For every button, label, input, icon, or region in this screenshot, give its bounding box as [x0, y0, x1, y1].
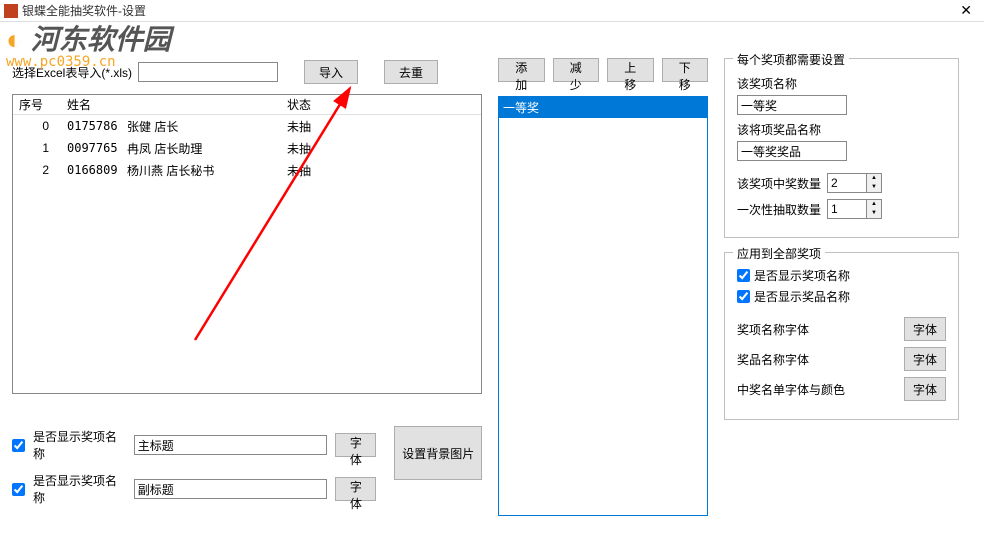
import-path-input[interactable] [138, 62, 278, 82]
sub-title-input[interactable] [134, 479, 328, 499]
dedupe-button[interactable]: 去重 [384, 60, 438, 84]
table-row[interactable]: 10097765冉凤 店长助理未抽 [13, 137, 481, 159]
prize-item-input[interactable] [737, 141, 847, 161]
close-icon[interactable]: ✕ [952, 2, 980, 19]
down-arrow-icon[interactable]: ▼ [867, 209, 881, 218]
up-arrow-icon[interactable]: ▲ [867, 174, 881, 183]
col-status: 状态 [281, 96, 341, 113]
participant-table[interactable]: 序号 姓名 状态 00175786张健 店长未抽10097765冉凤 店长助理未… [12, 94, 482, 394]
winner-font-button[interactable]: 字体 [904, 377, 946, 401]
app-icon [4, 4, 18, 18]
show-prize-item-checkbox[interactable] [737, 290, 750, 303]
main-title-input[interactable] [134, 435, 328, 455]
remove-button[interactable]: 减少 [553, 58, 600, 82]
winner-font-label: 中奖名单字体与颜色 [737, 381, 845, 398]
prize-item-font-button[interactable]: 字体 [904, 347, 946, 371]
table-row[interactable]: 20166809杨川燕 店长秘书未抽 [13, 159, 481, 181]
set-background-button[interactable]: 设置背景图片 [394, 426, 482, 480]
show-prize-item-label: 是否显示奖品名称 [754, 288, 850, 305]
prize-once-label: 一次性抽取数量 [737, 201, 821, 218]
add-button[interactable]: 添加 [498, 58, 545, 82]
list-item[interactable]: 一等奖 [499, 97, 707, 118]
table-row[interactable]: 00175786张健 店长未抽 [13, 115, 481, 137]
prize-settings-group: 每个奖项都需要设置 该奖项名称 该将项奖品名称 该奖项中奖数量 ▲▼ [724, 58, 959, 238]
table-header: 序号 姓名 状态 [13, 95, 481, 115]
move-down-button[interactable]: 下移 [662, 58, 709, 82]
col-name: 姓名 [61, 96, 281, 113]
import-label: 选择Excel表导入(*.xls) [12, 64, 132, 81]
font-button-2[interactable]: 字体 [335, 477, 376, 501]
prize-item-label: 该将项奖品名称 [737, 121, 946, 138]
show-prize-name-checkbox[interactable] [737, 269, 750, 282]
col-index: 序号 [13, 96, 61, 113]
show-prize-name-label: 是否显示奖项名称 [754, 267, 850, 284]
show-name-label-2: 是否显示奖项名称 [33, 472, 126, 506]
import-button[interactable]: 导入 [304, 60, 358, 84]
group2-legend: 应用到全部奖项 [733, 245, 825, 262]
down-arrow-icon[interactable]: ▼ [867, 183, 881, 192]
move-up-button[interactable]: 上移 [607, 58, 654, 82]
font-button-1[interactable]: 字体 [335, 433, 376, 457]
prize-name-input[interactable] [737, 95, 847, 115]
show-name-checkbox-1[interactable] [12, 439, 25, 452]
prize-listbox[interactable]: 一等奖 [498, 96, 708, 516]
group1-legend: 每个奖项都需要设置 [733, 51, 849, 68]
show-name-label-1: 是否显示奖项名称 [33, 428, 126, 462]
prize-name-label: 该奖项名称 [737, 75, 946, 92]
prize-count-label: 该奖项中奖数量 [737, 175, 821, 192]
prize-name-font-button[interactable]: 字体 [904, 317, 946, 341]
apply-all-group: 应用到全部奖项 是否显示奖项名称 是否显示奖品名称 奖项名称字体 字体 奖品名称… [724, 252, 959, 420]
up-arrow-icon[interactable]: ▲ [867, 200, 881, 209]
prize-item-font-label: 奖品名称字体 [737, 351, 809, 368]
window-title: 银蝶全能抽奖软件-设置 [22, 2, 952, 19]
prize-name-font-label: 奖项名称字体 [737, 321, 809, 338]
prize-count-spinner[interactable]: ▲▼ [827, 173, 882, 193]
titlebar: 银蝶全能抽奖软件-设置 ✕ [0, 0, 984, 22]
prize-once-spinner[interactable]: ▲▼ [827, 199, 882, 219]
show-name-checkbox-2[interactable] [12, 483, 25, 496]
